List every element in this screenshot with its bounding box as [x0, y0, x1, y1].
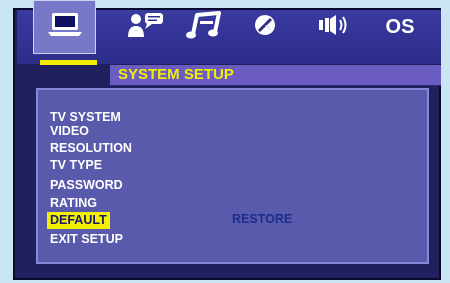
- menu-item-password[interactable]: PASSWORD: [47, 177, 126, 194]
- tab-video[interactable]: [240, 0, 290, 54]
- menu-item-resolution[interactable]: RESOLUTION: [47, 140, 135, 157]
- tab-os[interactable]: OS: [375, 0, 425, 54]
- tab-system-setup[interactable]: [33, 0, 96, 54]
- active-tab-indicator: [40, 60, 97, 65]
- tab-os-label: OS: [385, 15, 415, 38]
- speaker-icon: [313, 10, 353, 45]
- audio-icon: [185, 10, 225, 45]
- menu-item-video[interactable]: VIDEO: [47, 123, 92, 140]
- page-title: SYSTEM SETUP: [118, 66, 234, 83]
- tab-speaker[interactable]: [305, 0, 360, 54]
- video-icon: [250, 10, 280, 45]
- tab-language[interactable]: [122, 0, 172, 54]
- tv-monitor-icon: [45, 10, 85, 45]
- menu-item-rating[interactable]: RATING: [47, 195, 100, 212]
- language-icon: [127, 10, 167, 45]
- menu-item-exit-setup[interactable]: EXIT SETUP: [47, 231, 126, 248]
- menu-item-default[interactable]: DEFAULT: [47, 212, 110, 229]
- tab-audio[interactable]: [180, 0, 230, 54]
- restore-option[interactable]: RESTORE: [232, 211, 292, 228]
- menu-item-tv-type[interactable]: TV TYPE: [47, 157, 105, 174]
